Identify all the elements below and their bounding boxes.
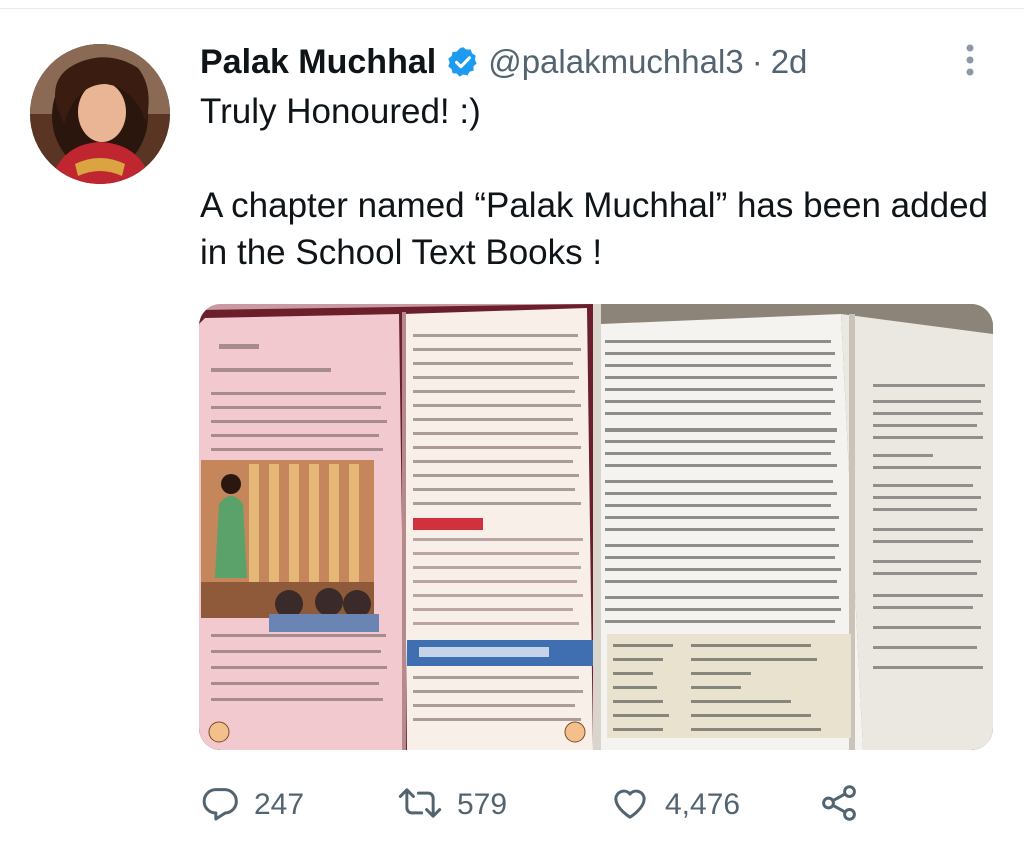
reply-count: 247 <box>254 788 305 821</box>
author-handle[interactable]: @palakmuchhal3 <box>488 43 743 81</box>
timestamp[interactable]: 2d <box>771 43 808 81</box>
hindi-textbook-photo[interactable] <box>199 304 593 750</box>
top-divider <box>0 0 1024 9</box>
author-name[interactable]: Palak Muchhal <box>200 43 436 82</box>
retweet-button[interactable]: 579 <box>397 780 507 830</box>
tweet-text-line: A chapter named “Palak Muchhal” has been… <box>200 186 989 272</box>
heart-icon <box>609 783 651 828</box>
share-button[interactable] <box>818 780 860 830</box>
action-bar: 247 579 4,476 <box>200 780 900 830</box>
share-icon <box>818 782 860 829</box>
more-options-icon[interactable] <box>958 42 982 78</box>
separator-dot: · <box>751 43 763 80</box>
like-button[interactable]: 4,476 <box>609 780 740 830</box>
tweet-text: Truly Honoured! :) A chapter named “Pala… <box>200 88 990 276</box>
reply-icon <box>200 783 240 828</box>
retweet-count: 579 <box>457 788 508 821</box>
like-count: 4,476 <box>665 788 741 821</box>
media-grid <box>199 304 993 750</box>
tweet-text-line: Truly Honoured! :) <box>200 92 481 131</box>
avatar[interactable] <box>30 44 170 184</box>
retweet-icon <box>397 783 443 828</box>
english-textbook-photo[interactable] <box>601 304 993 750</box>
tweet-header: Palak Muchhal @palakmuchhal3 · 2d <box>200 38 807 86</box>
verified-badge-icon <box>446 45 480 79</box>
reply-button[interactable]: 247 <box>200 780 304 830</box>
